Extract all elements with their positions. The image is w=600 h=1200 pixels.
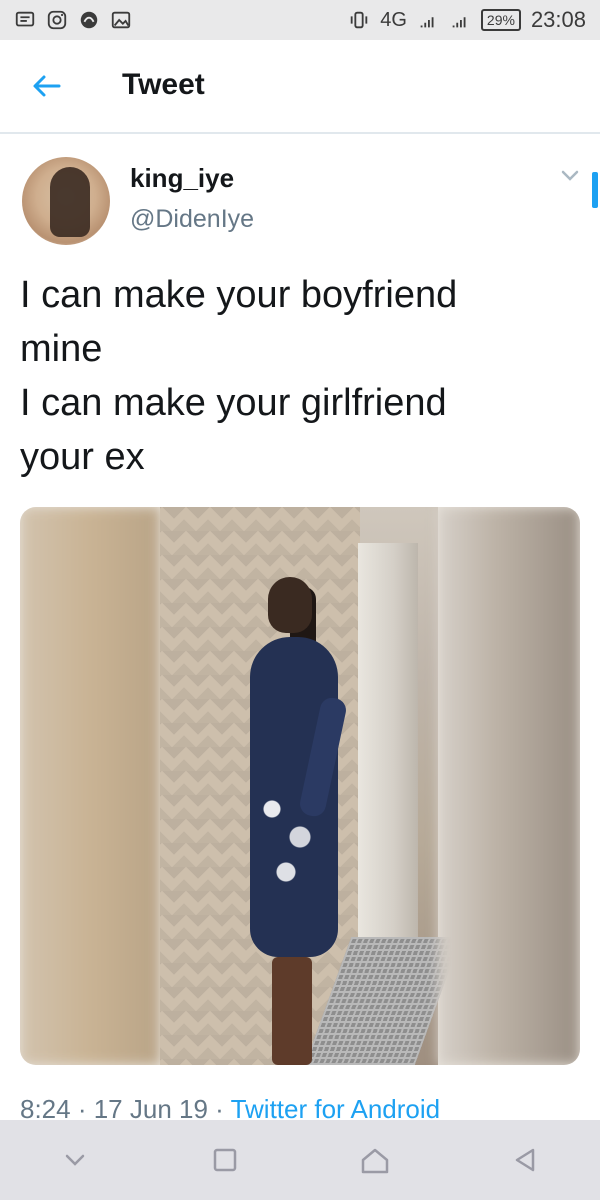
home-icon[interactable] (357, 1142, 393, 1178)
signal-icon (420, 17, 434, 28)
message-icon (15, 11, 35, 27)
back-arrow-icon[interactable] (32, 74, 62, 98)
chevron-down-icon[interactable] (57, 1142, 93, 1178)
back-icon[interactable] (507, 1142, 543, 1178)
status-left-icons (14, 9, 132, 31)
clock: 23:08 (530, 7, 586, 32)
vibrate-icon (350, 11, 368, 29)
avatar[interactable] (22, 157, 110, 245)
system-nav-bar (0, 1120, 600, 1200)
network-type: 4G (380, 8, 407, 31)
instagram-icon (47, 10, 67, 30)
recent-apps-icon[interactable] (207, 1142, 243, 1178)
head (268, 577, 312, 633)
user-name[interactable]: king_iye (130, 163, 234, 194)
status-bar: 4G 29% 23:08 (0, 0, 600, 40)
battery-indicator: 29% (480, 9, 521, 31)
battery-percent: 29% (486, 12, 515, 28)
status-right: 4G 29% 23:08 (348, 7, 586, 33)
image-icon (111, 11, 131, 29)
app-icon (80, 11, 98, 29)
scroll-indicator (592, 172, 598, 208)
media-photo (160, 507, 462, 1065)
chevron-down-icon[interactable] (561, 170, 579, 182)
media-blur-right (438, 507, 580, 1065)
legs (272, 957, 312, 1065)
media-blur-left (20, 507, 160, 1065)
user-handle[interactable]: @DidenIye (130, 205, 254, 234)
tweet-text: I can make your boyfriend mine I can mak… (20, 274, 458, 478)
signal-icon (452, 17, 466, 28)
person (230, 577, 350, 1065)
page-title: Tweet (122, 68, 205, 101)
app-header: Tweet (0, 40, 600, 134)
tweet-media[interactable] (20, 507, 580, 1065)
